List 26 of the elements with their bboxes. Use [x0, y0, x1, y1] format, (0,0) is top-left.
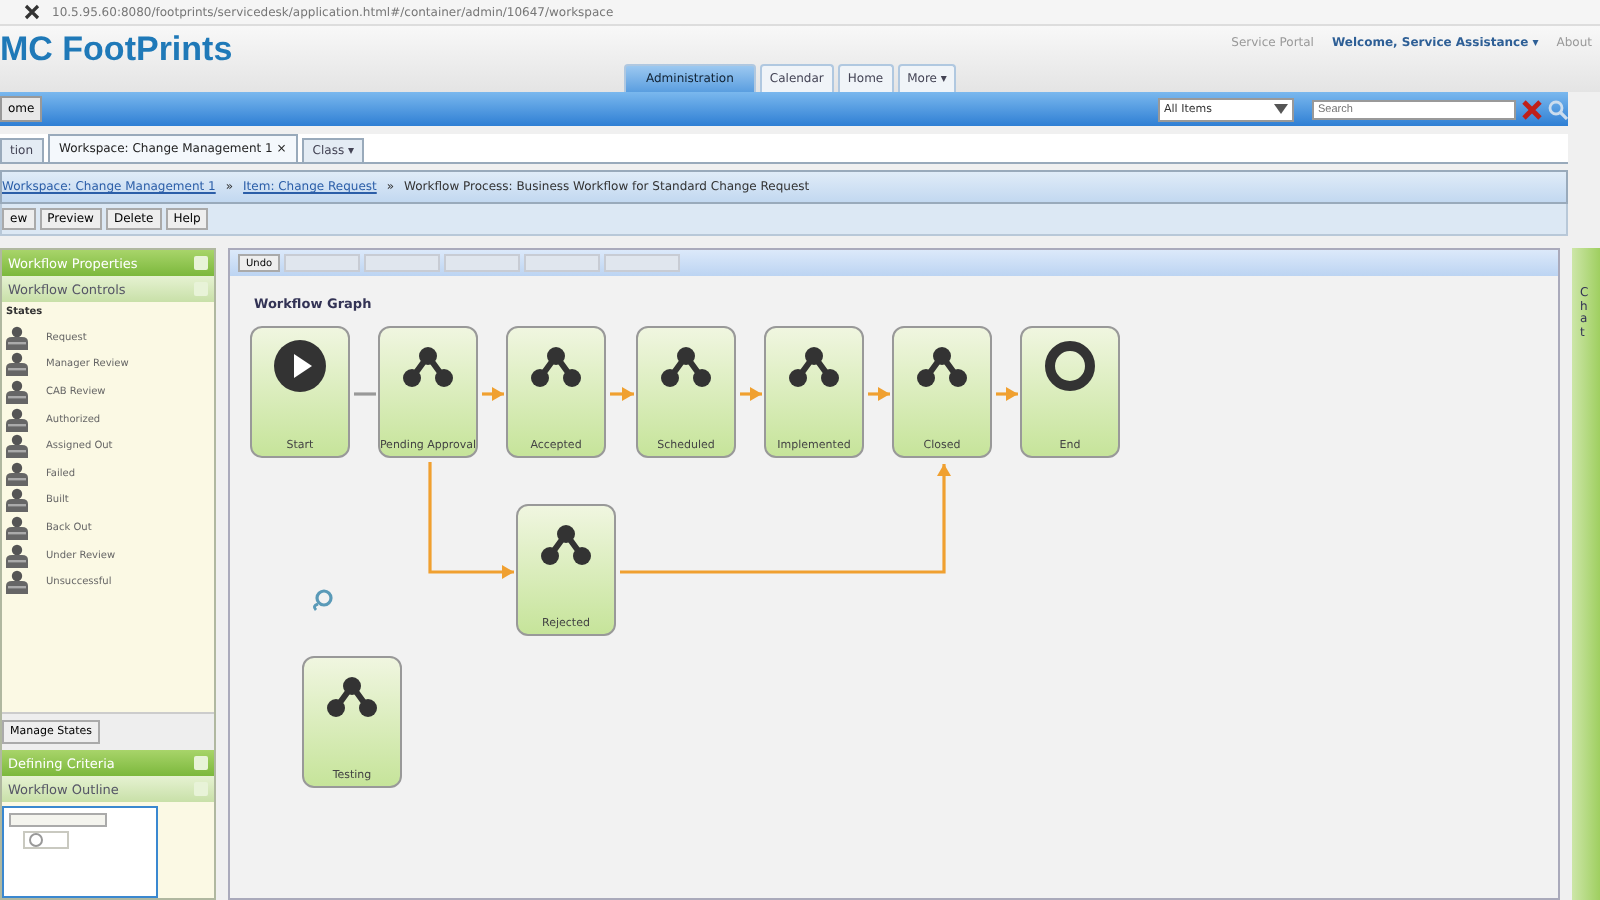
state-icon	[6, 570, 28, 595]
connector-line	[354, 392, 376, 396]
transition-arrow	[428, 462, 514, 579]
clear-icon[interactable]	[1522, 99, 1542, 119]
state-icon	[6, 352, 28, 377]
state-icon	[6, 461, 28, 486]
hook-icon	[310, 588, 334, 612]
state-icon	[6, 543, 28, 568]
close-icon[interactable]	[24, 4, 40, 20]
caret-icon	[1274, 104, 1288, 114]
state-icon	[6, 379, 28, 404]
state-icon	[6, 515, 28, 540]
state-icon	[6, 407, 28, 432]
search-icon[interactable]	[1548, 99, 1568, 119]
transition-arrow	[868, 387, 890, 401]
state-icon	[6, 325, 28, 350]
app-logo: MC FootPrints	[0, 30, 233, 70]
ring-icon	[1044, 340, 1096, 392]
play-icon	[274, 340, 326, 392]
transition-arrow	[740, 387, 762, 401]
state-icon	[6, 488, 28, 513]
transition-arrow	[610, 387, 634, 401]
state-icon	[6, 434, 28, 459]
transition-arrow	[482, 387, 504, 401]
transition-arrow	[996, 387, 1018, 401]
outline-thumbnail-drawing	[8, 812, 108, 852]
